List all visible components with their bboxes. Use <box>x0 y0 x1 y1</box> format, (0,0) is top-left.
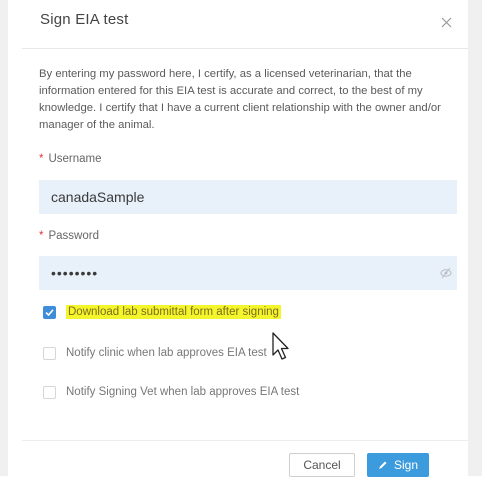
username-label-text: Username <box>48 153 102 165</box>
notify-vet-checkbox[interactable] <box>43 385 56 399</box>
notify-clinic-label: Notify clinic when lab approves EIA test <box>66 347 267 359</box>
sign-button[interactable]: Sign <box>367 453 429 477</box>
download-form-option[interactable]: Download lab submittal form after signin… <box>43 304 281 320</box>
close-button[interactable] <box>432 8 460 36</box>
dialog-title: Sign EIA test <box>40 11 129 28</box>
download-form-checkbox[interactable] <box>43 305 56 319</box>
notify-vet-option[interactable]: Notify Signing Vet when lab approves EIA… <box>43 384 299 400</box>
close-icon <box>441 17 451 27</box>
password-label: * Password <box>39 230 99 242</box>
password-label-text: Password <box>48 230 99 242</box>
cancel-button[interactable]: Cancel <box>289 453 355 477</box>
username-label: * Username <box>39 153 102 165</box>
eye-icon[interactable] <box>440 266 452 280</box>
cursor-icon <box>272 332 289 360</box>
modal-backdrop-left <box>0 0 8 476</box>
check-icon <box>45 308 54 316</box>
sign-button-label: Sign <box>393 458 419 472</box>
username-input[interactable] <box>39 180 457 214</box>
required-marker: * <box>39 153 44 165</box>
dialog-header: Sign EIA test <box>22 0 468 49</box>
notify-clinic-option[interactable]: Notify clinic when lab approves EIA test <box>43 345 267 361</box>
notify-vet-label: Notify Signing Vet when lab approves EIA… <box>66 386 300 398</box>
sign-eia-dialog: Sign EIA test By entering my password he… <box>22 0 468 476</box>
notify-clinic-checkbox[interactable] <box>43 346 56 360</box>
password-input[interactable] <box>39 256 457 290</box>
modal-backdrop-right <box>468 0 482 476</box>
certification-text: By entering my password here, I certify,… <box>39 68 441 131</box>
required-marker: * <box>39 230 44 242</box>
pencil-icon <box>378 461 387 469</box>
download-form-label: Download lab submittal form after signin… <box>66 305 281 319</box>
